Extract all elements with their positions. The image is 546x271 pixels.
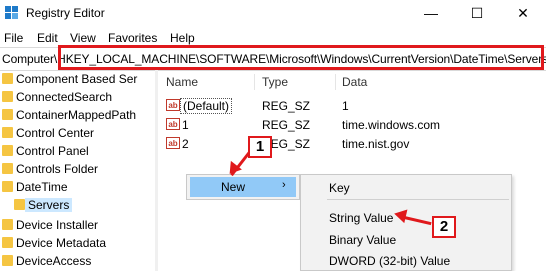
value-type: REG_SZ xyxy=(262,99,311,113)
folder-icon xyxy=(2,237,13,248)
string-value-icon: ab xyxy=(166,99,180,111)
value-name: (Default) xyxy=(180,98,233,114)
folder-icon xyxy=(2,73,13,84)
value-data: 1 xyxy=(342,99,349,113)
tree-label: Servers xyxy=(25,198,73,212)
context-menu: New › xyxy=(186,174,300,200)
string-value-icon: ab xyxy=(166,118,180,130)
column-name-header[interactable]: Name xyxy=(166,75,198,89)
submenu-item-dword-value[interactable]: DWORD (32-bit) Value xyxy=(329,254,450,268)
context-menu-new-label: New xyxy=(221,180,246,194)
folder-icon xyxy=(2,163,13,174)
new-submenu: Key String Value Binary Value DWORD (32-… xyxy=(300,174,512,271)
value-name: 2 xyxy=(182,137,189,151)
tree-label: ConnectedSearch xyxy=(16,90,113,104)
folder-icon xyxy=(2,219,13,230)
column-divider[interactable] xyxy=(335,74,336,90)
folder-icon xyxy=(2,145,13,156)
tree-label: Control Panel xyxy=(16,144,89,158)
menu-favorites[interactable]: Favorites xyxy=(108,31,157,45)
regedit-app-icon xyxy=(5,6,19,20)
minimize-button[interactable]: — xyxy=(408,0,454,27)
tree-label: ContainerMappedPath xyxy=(16,108,137,122)
menu-file[interactable]: File xyxy=(4,31,23,45)
value-type: REG_SZ xyxy=(262,118,311,132)
tree-label: Component Based Ser xyxy=(16,72,138,86)
value-name: 1 xyxy=(182,118,189,132)
folder-icon xyxy=(2,109,13,120)
menu-edit[interactable]: Edit xyxy=(37,31,58,45)
close-button[interactable]: ✕ xyxy=(500,0,546,27)
tree-item-servers[interactable]: Servers xyxy=(0,196,155,214)
step-badge-2: 2 xyxy=(432,216,456,238)
folder-icon xyxy=(2,181,13,192)
submenu-item-key[interactable]: Key xyxy=(329,181,350,195)
tree-item[interactable]: Device Metadata xyxy=(0,234,155,252)
tree-item[interactable]: ConnectedSearch xyxy=(0,88,155,106)
submenu-separator xyxy=(327,199,509,200)
tree-item[interactable]: Control Center xyxy=(0,124,155,142)
pane-splitter[interactable] xyxy=(155,70,158,271)
value-row-default[interactable]: ab (Default) REG_SZ 1 xyxy=(160,97,546,115)
folder-icon xyxy=(2,255,13,266)
column-data-header[interactable]: Data xyxy=(342,75,367,89)
menu-bar: File Edit View Favorites Help xyxy=(0,27,546,47)
title-bar: Registry Editor — ☐ ✕ xyxy=(0,0,546,27)
tree-item-datetime[interactable]: DateTime xyxy=(0,178,155,196)
submenu-item-string-value[interactable]: String Value xyxy=(329,211,393,225)
folder-icon xyxy=(2,127,13,138)
tree-label: Controls Folder xyxy=(16,162,99,176)
folder-icon xyxy=(2,91,13,102)
value-data: time.nist.gov xyxy=(342,137,410,151)
tree-item[interactable]: Device Installer xyxy=(0,216,155,234)
tree-item[interactable]: DeviceAccess xyxy=(0,252,155,270)
submenu-item-binary-value[interactable]: Binary Value xyxy=(329,233,396,247)
tree-item[interactable]: Control Panel xyxy=(0,142,155,160)
tree-item[interactable]: Controls Folder xyxy=(0,160,155,178)
address-highlight-box xyxy=(58,45,544,70)
tree-label: Control Center xyxy=(16,126,95,140)
maximize-button[interactable]: ☐ xyxy=(454,0,500,27)
string-value-icon: ab xyxy=(166,137,180,149)
tree-item[interactable]: ContainerMappedPath xyxy=(0,106,155,124)
value-row-2[interactable]: ab 2 REG_SZ time.nist.gov xyxy=(160,135,546,153)
tree-label: DeviceAccess xyxy=(16,254,92,268)
window-title: Registry Editor xyxy=(26,6,105,20)
folder-icon xyxy=(14,199,25,210)
tree-label: DateTime xyxy=(16,180,68,194)
step-badge-1: 1 xyxy=(248,136,272,158)
value-row-1[interactable]: ab 1 REG_SZ time.windows.com xyxy=(160,116,546,134)
column-type-header[interactable]: Type xyxy=(262,75,288,89)
menu-view[interactable]: View xyxy=(70,31,96,45)
column-divider[interactable] xyxy=(254,74,255,90)
key-tree: Component Based Ser ConnectedSearch Cont… xyxy=(0,70,156,271)
menu-help[interactable]: Help xyxy=(170,31,195,45)
submenu-arrow-icon: › xyxy=(282,179,286,191)
value-data: time.windows.com xyxy=(342,118,441,132)
tree-item[interactable]: Component Based Ser xyxy=(0,70,155,88)
tree-label: Device Metadata xyxy=(16,236,107,250)
tree-label: Device Installer xyxy=(16,218,99,232)
